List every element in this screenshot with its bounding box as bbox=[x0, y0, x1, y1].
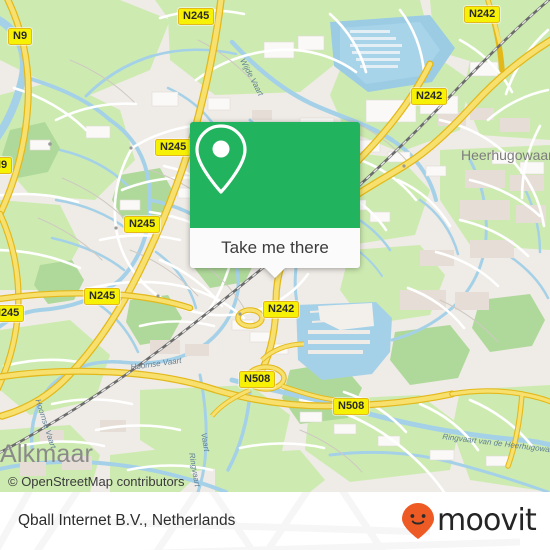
map-screenshot: Alkmaar Heerhugowaard Wijde Vaart Hoorns… bbox=[0, 0, 550, 550]
road-shield-n9-top: N9 bbox=[8, 28, 33, 45]
osm-attribution[interactable]: © OpenStreetMap contributors bbox=[8, 474, 185, 489]
popup-action-label: Take me there bbox=[221, 238, 329, 257]
road-shield-n245-lower: N245 bbox=[84, 288, 121, 305]
road-shield-n245-top: N245 bbox=[178, 8, 215, 25]
moovit-wordmark: moovit bbox=[437, 503, 537, 538]
road-shield-n242-upper: N242 bbox=[411, 88, 448, 105]
footer-bar: Qball Internet B.V., Netherlands moovit bbox=[0, 492, 550, 550]
road-shield-n245-edge: N245 bbox=[0, 305, 25, 322]
map-canvas[interactable]: Alkmaar Heerhugowaard Wijde Vaart Hoorns… bbox=[0, 0, 550, 492]
road-shield-n508-west: N508 bbox=[239, 371, 276, 388]
road-shield-n9-left: N9 bbox=[0, 157, 13, 174]
popup-tail bbox=[264, 267, 286, 278]
popup-image-area bbox=[190, 122, 360, 228]
moovit-logo[interactable]: moovit bbox=[401, 502, 537, 540]
take-me-there-popup[interactable]: Take me there bbox=[190, 122, 360, 278]
road-shield-n508-east: N508 bbox=[333, 398, 370, 415]
road-shield-n242-center: N242 bbox=[263, 301, 300, 318]
page-title: Qball Internet B.V., Netherlands bbox=[18, 512, 236, 529]
popup-action-bar[interactable]: Take me there bbox=[190, 228, 360, 278]
road-shield-n245-mid: N245 bbox=[155, 139, 192, 156]
road-shield-n242-topright: N242 bbox=[464, 6, 501, 23]
map-pin-icon bbox=[195, 124, 247, 194]
road-shield-n245-center: N245 bbox=[124, 216, 161, 233]
moovit-pin-icon bbox=[402, 503, 435, 539]
